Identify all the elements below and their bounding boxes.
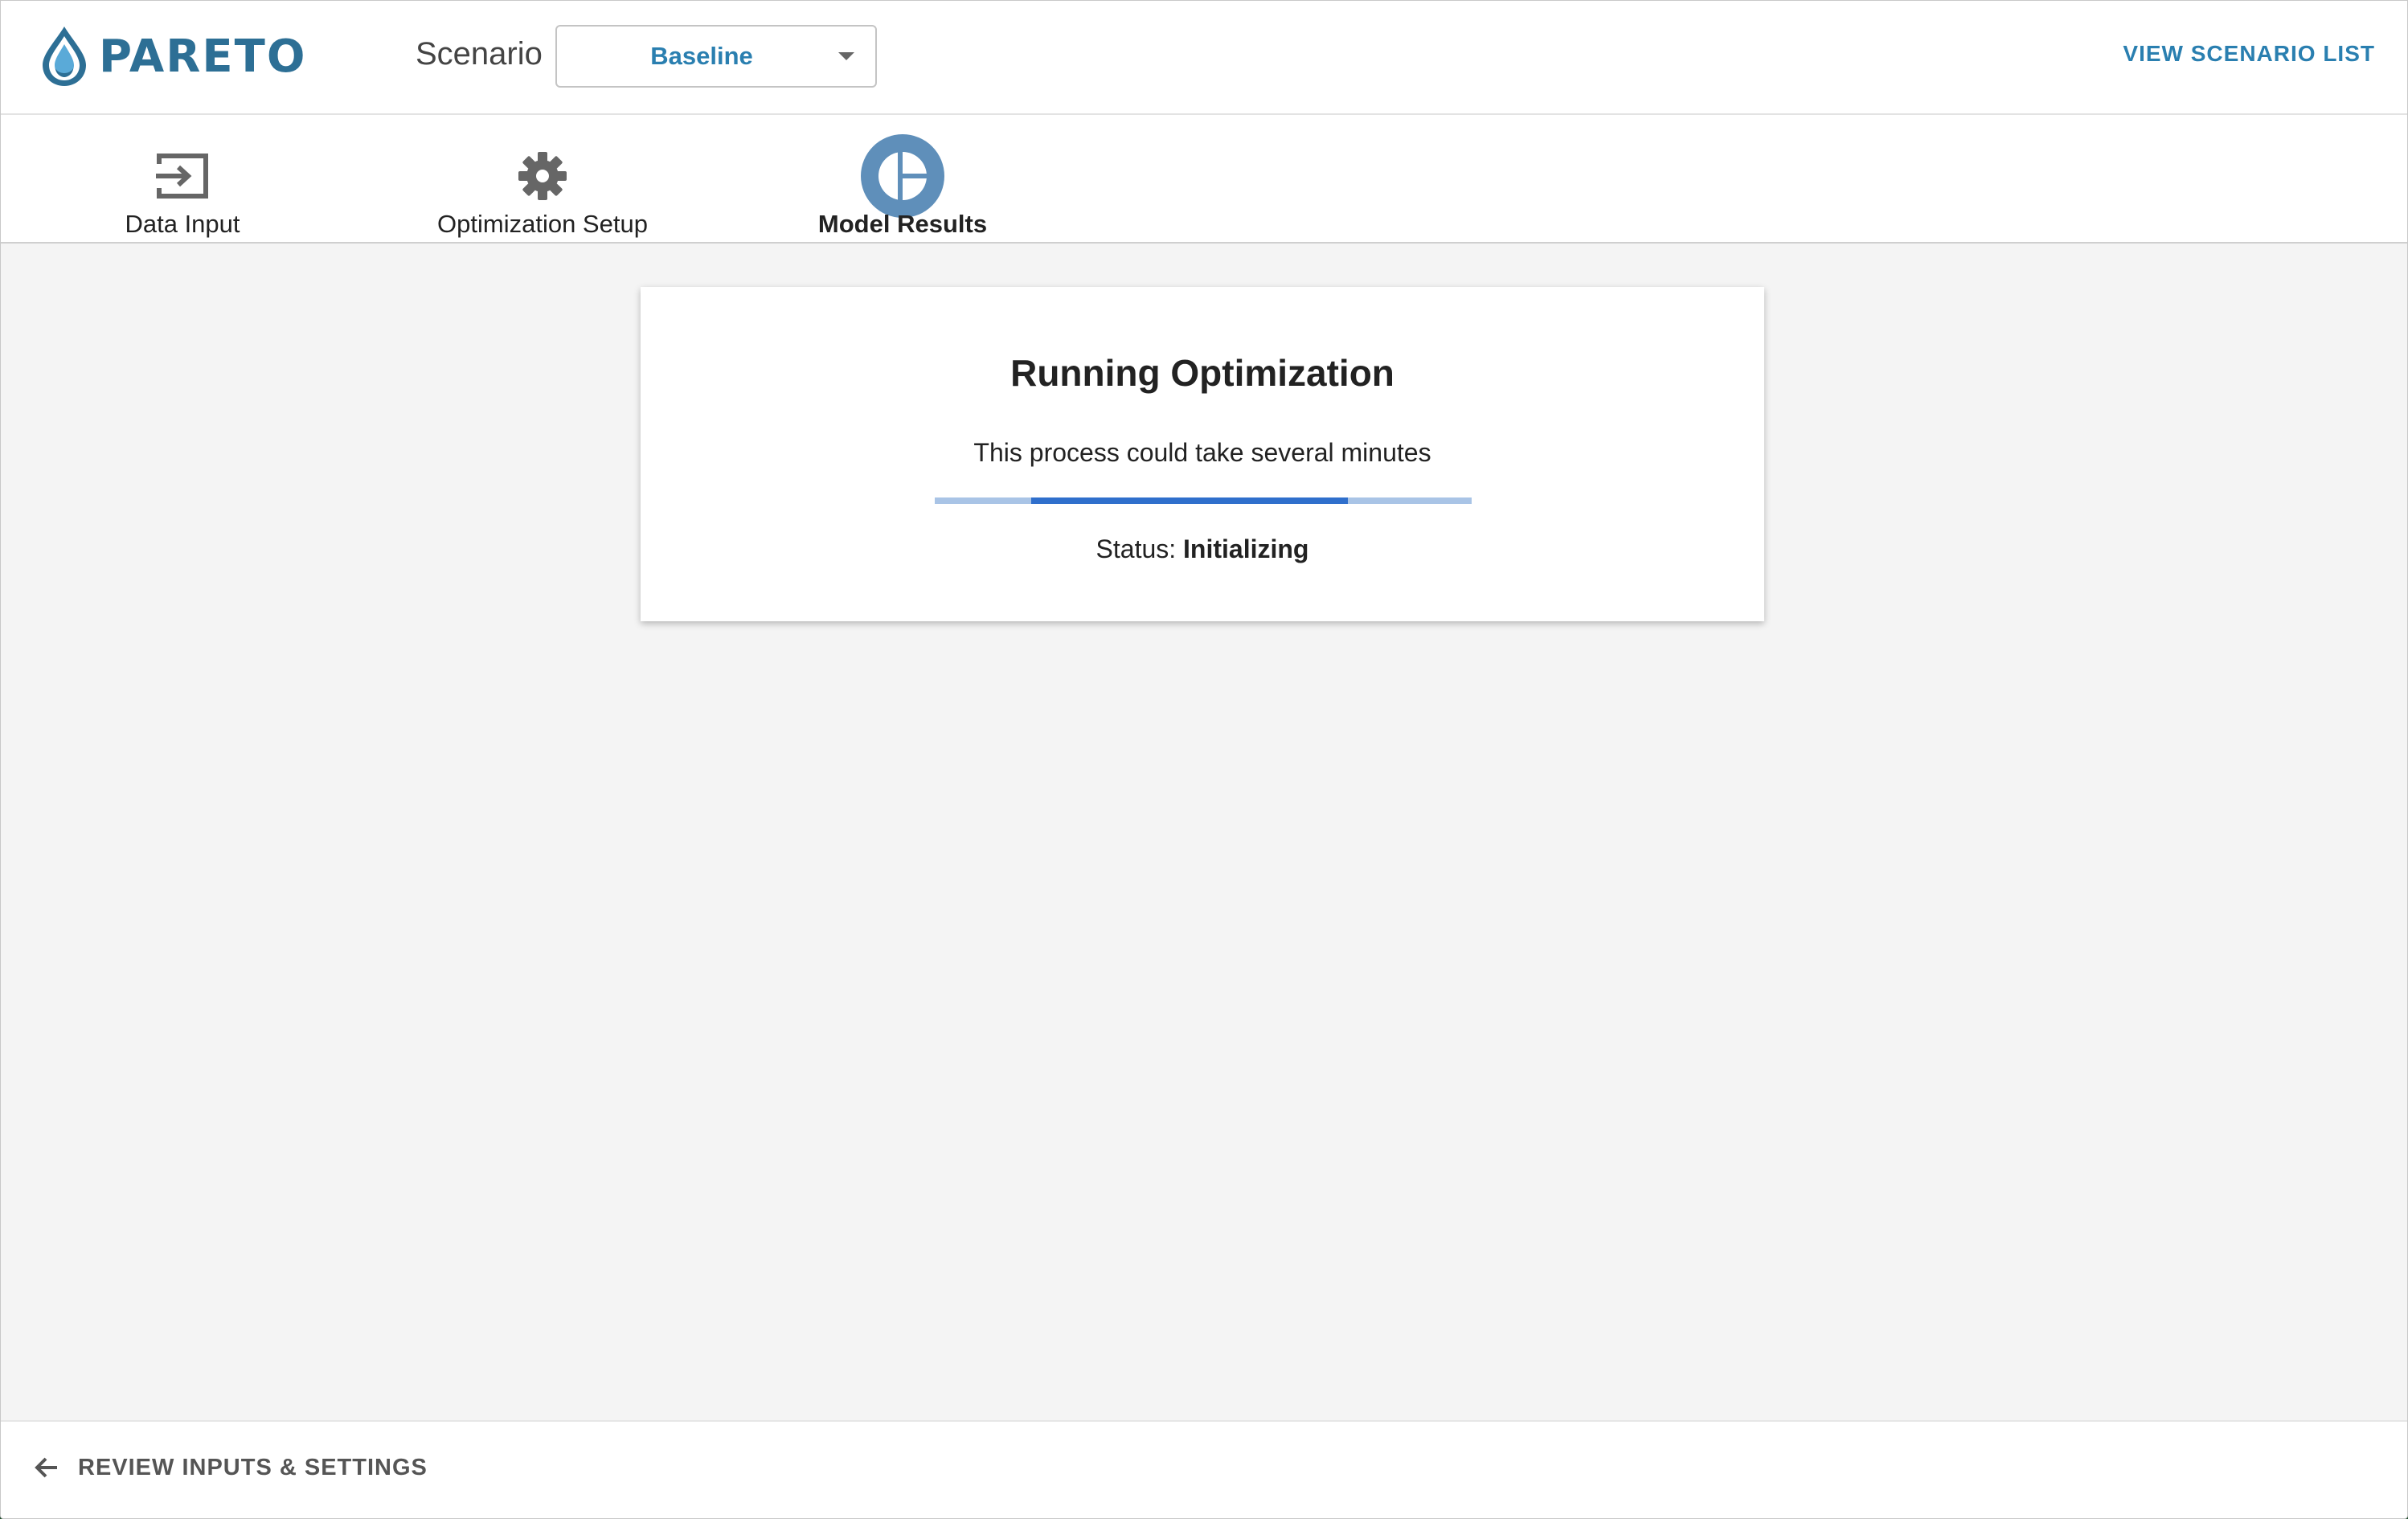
input-icon: [141, 134, 224, 218]
logo-text: PARETO: [99, 30, 307, 83]
tab-label: Optimization Setup: [437, 210, 648, 238]
review-inputs-label: REVIEW INPUTS & SETTINGS: [78, 1454, 428, 1480]
arrow-left-icon: [35, 1457, 57, 1478]
pie-chart-icon: [861, 134, 944, 218]
tab-label: Model Results: [817, 210, 988, 238]
tab-label: Data Input: [125, 210, 240, 238]
scenario-dropdown[interactable]: Baseline: [555, 25, 877, 88]
status-line: Status: Initializing: [641, 534, 1764, 564]
scenario-label: Scenario: [416, 36, 543, 72]
gear-icon: [501, 134, 584, 218]
tab-data-input[interactable]: Data Input: [102, 115, 263, 242]
status-label: Status:: [1095, 534, 1177, 563]
card-subtitle: This process could take several minutes: [973, 438, 1431, 467]
top-header: PARETO Scenario Baseline VIEW SCENARIO L…: [1, 1, 2407, 115]
tab-optimization-setup[interactable]: Optimization Setup: [422, 115, 663, 242]
water-drop-icon: [43, 27, 86, 86]
card-title: Running Optimization: [1010, 352, 1394, 394]
app-window: PARETO Scenario Baseline VIEW SCENARIO L…: [0, 0, 2408, 1519]
step-tabs: Data Input Optimization Setup Model Resu…: [1, 115, 2407, 244]
view-scenario-list-link[interactable]: VIEW SCENARIO LIST: [2123, 41, 2375, 67]
scenario-selected-value: Baseline: [650, 42, 753, 70]
progress-bar: [935, 497, 1472, 504]
tab-model-results[interactable]: Model Results: [806, 115, 999, 242]
status-value: Initializing: [1183, 534, 1309, 563]
review-inputs-button[interactable]: REVIEW INPUTS & SETTINGS: [33, 1454, 428, 1481]
optimization-status-card: Running Optimization This process could …: [641, 287, 1764, 621]
progress-bar-fill: [1031, 497, 1349, 504]
bottom-bar: REVIEW INPUTS & SETTINGS: [1, 1420, 2407, 1518]
caret-down-icon: [838, 52, 854, 60]
pareto-logo[interactable]: PARETO: [38, 25, 306, 88]
